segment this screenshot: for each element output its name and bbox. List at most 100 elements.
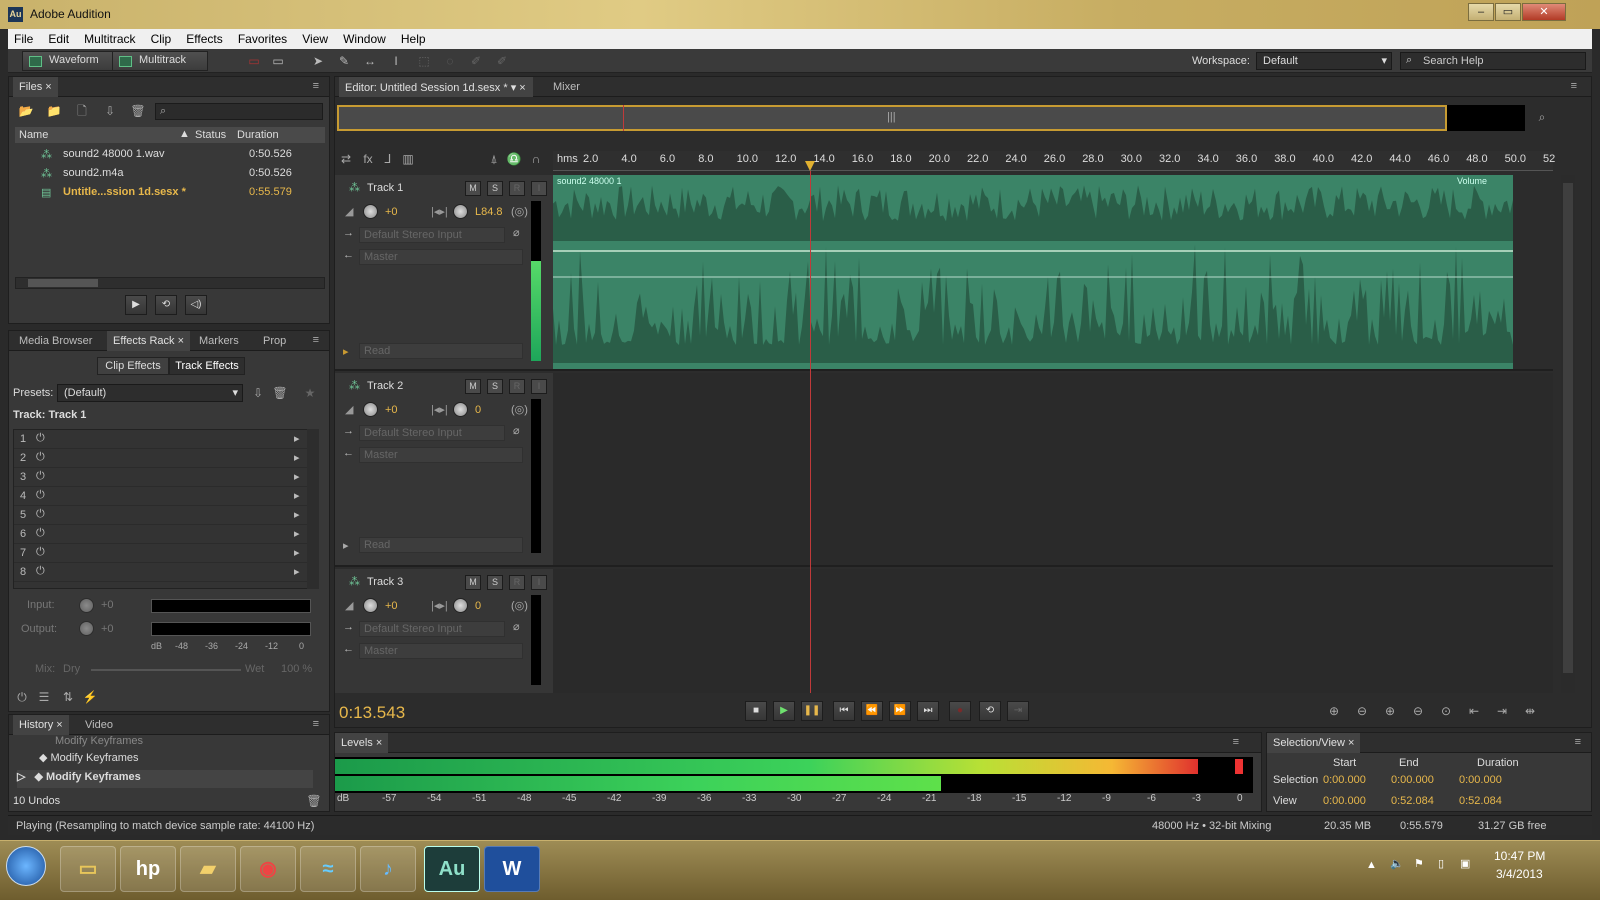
- chrome-taskbar-icon[interactable]: ◉: [240, 846, 296, 892]
- track-output-select[interactable]: Master: [359, 447, 523, 463]
- power-icon[interactable]: ⏻: [36, 508, 45, 521]
- tab-editor[interactable]: Editor: Untitled Session 1d.sesx * ▾ ×: [339, 77, 533, 97]
- volume-value[interactable]: +0: [385, 206, 398, 218]
- headphones-icon[interactable]: ∩: [527, 151, 545, 167]
- effect-slot[interactable]: 6 ⏻ ▸: [14, 525, 312, 544]
- expand-automation-icon[interactable]: ▸: [343, 345, 349, 358]
- slot-arrow-icon[interactable]: ▸: [294, 470, 300, 483]
- fast-forward-button[interactable]: ⏩: [889, 701, 911, 721]
- record-arm-button[interactable]: R: [509, 181, 525, 196]
- add-effect-icon[interactable]: ⇅: [59, 689, 77, 705]
- slot-arrow-icon[interactable]: ▸: [294, 432, 300, 445]
- tab-history[interactable]: History ×: [13, 715, 69, 735]
- view-duration[interactable]: 0:52.084: [1459, 795, 1502, 807]
- rewind-button[interactable]: ⏪: [861, 701, 883, 721]
- pan-value[interactable]: L84.8: [475, 206, 503, 218]
- track-3-lane[interactable]: [553, 569, 1553, 693]
- panel-menu-icon[interactable]: ≡: [1233, 736, 1239, 748]
- history-item[interactable]: ◆ Modify Keyframes: [39, 751, 139, 769]
- network-tray-icon[interactable]: ▣: [1460, 857, 1470, 870]
- maximize-button[interactable]: ▭: [1495, 3, 1521, 21]
- zoom-out-amplitude-icon[interactable]: ⊖: [1353, 703, 1371, 719]
- time-ruler[interactable]: hms 2.0 4.0 6.0 8.0 10.0 12.0 14.0 16.0 18.0 20.0…: [553, 151, 1555, 171]
- effect-slot[interactable]: 2 ⏻ ▸: [14, 449, 312, 468]
- pan-knob[interactable]: [453, 204, 468, 219]
- phase-invert-icon[interactable]: ⌀: [513, 424, 520, 437]
- power-icon[interactable]: ⏻: [36, 470, 45, 483]
- sends-icon[interactable]: ⅃: [379, 151, 397, 167]
- tracks-vertical-scrollbar[interactable]: [1561, 175, 1575, 693]
- flag-tray-icon[interactable]: ⚑: [1414, 857, 1424, 870]
- zoom-full-icon[interactable]: ⊙: [1437, 703, 1455, 719]
- move-to-start-button[interactable]: ⏮: [833, 701, 855, 721]
- files-horizontal-scrollbar[interactable]: [15, 277, 325, 289]
- explorer-taskbar-icon[interactable]: ▭: [60, 846, 116, 892]
- track-input-select[interactable]: Default Stereo Input: [359, 621, 505, 637]
- menu-favorites[interactable]: Favorites: [232, 29, 293, 46]
- file-row[interactable]: ⁂ sound2.m4a 0:50.526: [15, 164, 325, 183]
- tab-properties[interactable]: Prop: [257, 331, 292, 351]
- phase-invert-icon[interactable]: ⌀: [513, 226, 520, 239]
- move-to-end-button[interactable]: ⏭: [917, 701, 939, 721]
- autoplay-button[interactable]: ◁): [185, 295, 207, 315]
- clock-time[interactable]: 10:47 PM: [1494, 849, 1545, 863]
- save-preset-icon[interactable]: ⇩: [249, 385, 267, 401]
- zoom-selection-icon[interactable]: ⇹: [1521, 703, 1539, 719]
- battery-tray-icon[interactable]: ▯: [1438, 857, 1444, 870]
- view-start[interactable]: 0:00.000: [1323, 795, 1366, 807]
- volume-knob[interactable]: [363, 402, 378, 417]
- record-arm-button[interactable]: R: [509, 379, 525, 394]
- panel-menu-icon[interactable]: ≡: [313, 718, 319, 730]
- lasso-tool-icon[interactable]: ◌: [442, 53, 458, 69]
- history-item-current[interactable]: ▷ ◆ Modify Keyframes: [17, 770, 313, 788]
- stop-button[interactable]: ■: [745, 701, 767, 721]
- mute-button[interactable]: M: [465, 181, 481, 196]
- panel-menu-icon[interactable]: ≡: [1571, 80, 1577, 92]
- track-name[interactable]: Track 1: [367, 182, 403, 194]
- pan-knob[interactable]: [453, 598, 468, 613]
- zoom-out-time-icon[interactable]: ⊖: [1409, 703, 1427, 719]
- volume-tray-icon[interactable]: 🔈: [1390, 857, 1404, 870]
- zoom-in-time-icon[interactable]: ⊕: [1381, 703, 1399, 719]
- column-status[interactable]: Status: [195, 129, 226, 141]
- itunes-taskbar-icon[interactable]: ♪: [360, 846, 416, 892]
- multitrack-view-button[interactable]: Multitrack: [112, 51, 208, 71]
- track-output-select[interactable]: Master: [359, 249, 523, 265]
- input-gain-knob[interactable]: [79, 598, 94, 613]
- power-toggle-icon[interactable]: ⏻: [13, 689, 31, 705]
- hp-taskbar-icon[interactable]: hp: [120, 846, 176, 892]
- tray-chevron-icon[interactable]: ▲: [1366, 859, 1377, 871]
- import-file-icon[interactable]: 📁: [45, 103, 63, 119]
- delete-preset-icon[interactable]: 🗑: [271, 385, 289, 401]
- menu-clip[interactable]: Clip: [145, 29, 178, 46]
- menu-view[interactable]: View: [296, 29, 334, 46]
- new-file-icon[interactable]: 🗋: [73, 103, 91, 119]
- brush-tool-icon[interactable]: ✐: [468, 53, 484, 69]
- record-button[interactable]: ●: [949, 701, 971, 721]
- zoom-out-point-icon[interactable]: ⇥: [1493, 703, 1511, 719]
- effect-slot[interactable]: 8 ⏻ ▸: [14, 563, 312, 582]
- messenger-taskbar-icon[interactable]: ≈: [300, 846, 356, 892]
- menu-effects[interactable]: Effects: [180, 29, 228, 46]
- spectral-pitch-icon[interactable]: ▭: [270, 53, 286, 69]
- metronome-icon[interactable]: ⍋: [485, 151, 503, 167]
- solo-button[interactable]: S: [487, 575, 503, 590]
- tab-files[interactable]: Files ×: [13, 77, 58, 97]
- audition-taskbar-icon[interactable]: Au: [424, 846, 480, 892]
- view-end[interactable]: 0:52.084: [1391, 795, 1434, 807]
- overview-bar[interactable]: |||: [337, 105, 1525, 131]
- automation-mode-select[interactable]: Read: [359, 537, 523, 553]
- tab-selection-view[interactable]: Selection/View ×: [1267, 733, 1361, 753]
- loop-preview-button[interactable]: ⟲: [155, 295, 177, 315]
- effect-slot[interactable]: 3 ⏻ ▸: [14, 468, 312, 487]
- healing-tool-icon[interactable]: ✐: [494, 53, 510, 69]
- input-monitor-button[interactable]: I: [531, 379, 547, 394]
- track-effects-tab[interactable]: Track Effects: [169, 357, 245, 375]
- track-name[interactable]: Track 3: [367, 576, 403, 588]
- power-icon[interactable]: ⏻: [36, 489, 45, 502]
- expand-automation-icon[interactable]: ▸: [343, 539, 349, 552]
- volume-value[interactable]: +0: [385, 404, 398, 416]
- file-row[interactable]: ▤ Untitle...ssion 1d.sesx * 0:55.579: [15, 183, 325, 202]
- volume-value[interactable]: +0: [385, 600, 398, 612]
- menu-help[interactable]: Help: [395, 29, 432, 46]
